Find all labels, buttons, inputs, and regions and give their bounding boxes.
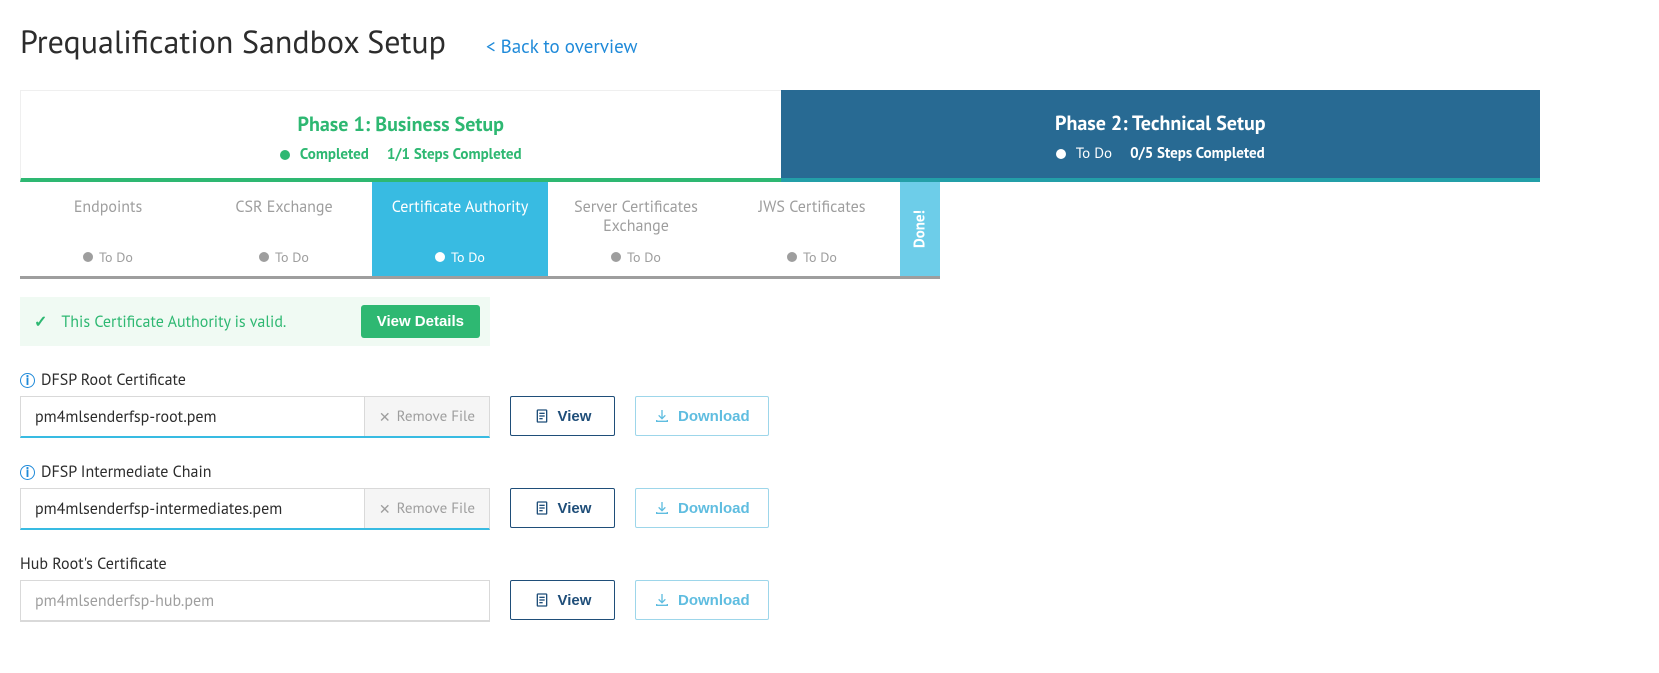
tab-endpoints[interactable]: Endpoints To Do bbox=[20, 182, 196, 276]
tab-certificate-authority[interactable]: Certificate Authority To Do bbox=[372, 182, 548, 276]
download-icon bbox=[654, 592, 670, 608]
tab-ca-label: Certificate Authority bbox=[380, 198, 540, 217]
tab-csr-exchange[interactable]: CSR Exchange To Do bbox=[196, 182, 372, 276]
dfsp-root-download-button[interactable]: Download bbox=[635, 396, 769, 436]
hub-root-label: Hub Root's Certificate bbox=[20, 554, 167, 574]
download-icon bbox=[654, 408, 670, 424]
dfsp-root-label: DFSP Root Certificate bbox=[41, 370, 186, 390]
dfsp-root-remove-button[interactable]: ✕ Remove File bbox=[364, 397, 489, 436]
phase-2-tab[interactable]: Phase 2: Technical Setup To Do 0/5 Steps… bbox=[781, 90, 1541, 182]
phase-1-tab[interactable]: Phase 1: Business Setup Completed 1/1 St… bbox=[20, 90, 781, 182]
phase-2-steps: 0/5 Steps Completed bbox=[1130, 144, 1265, 163]
dfsp-intermediate-label: DFSP Intermediate Chain bbox=[41, 462, 212, 482]
hub-root-view-button[interactable]: View bbox=[510, 580, 615, 620]
status-dot-icon bbox=[435, 252, 445, 262]
dfsp-root-view-button[interactable]: View bbox=[510, 396, 615, 436]
checkmark-icon: ✓ bbox=[34, 312, 47, 332]
phase-1-title: Phase 1: Business Setup bbox=[31, 111, 771, 137]
tab-server-certs-label: Server Certificates Exchange bbox=[556, 198, 716, 236]
dfsp-root-filename: pm4mlsenderfsp-root.pem bbox=[21, 397, 364, 436]
dfsp-intermediate-download-button[interactable]: Download bbox=[635, 488, 769, 528]
status-dot-icon bbox=[83, 252, 93, 262]
remove-label: Remove File bbox=[397, 407, 475, 426]
validity-text: This Certificate Authority is valid. bbox=[61, 312, 286, 332]
download-icon bbox=[654, 500, 670, 516]
dfsp-intermediate-remove-button[interactable]: ✕ Remove File bbox=[364, 489, 489, 528]
status-dot-icon bbox=[611, 252, 621, 262]
tab-endpoints-label: Endpoints bbox=[28, 198, 188, 217]
tab-csr-status: To Do bbox=[275, 248, 309, 266]
dfsp-root-file-box: pm4mlsenderfsp-root.pem ✕ Remove File bbox=[20, 396, 490, 438]
validity-banner: ✓ This Certificate Authority is valid. V… bbox=[20, 297, 490, 346]
dfsp-intermediate-view-button[interactable]: View bbox=[510, 488, 615, 528]
tab-jws-status: To Do bbox=[803, 248, 837, 266]
phase-2-status: To Do bbox=[1076, 144, 1112, 163]
tab-done[interactable]: Done! bbox=[900, 182, 940, 276]
tab-csr-label: CSR Exchange bbox=[204, 198, 364, 217]
download-label: Download bbox=[678, 500, 750, 517]
status-dot-icon bbox=[259, 252, 269, 262]
close-icon: ✕ bbox=[379, 500, 391, 518]
download-label: Download bbox=[678, 408, 750, 425]
dfsp-intermediate-file-box: pm4mlsenderfsp-intermediates.pem ✕ Remov… bbox=[20, 488, 490, 530]
tab-jws-label: JWS Certificates bbox=[732, 198, 892, 217]
phase-1-steps: 1/1 Steps Completed bbox=[387, 145, 522, 164]
info-icon[interactable]: i bbox=[20, 465, 35, 480]
completed-dot-icon bbox=[280, 150, 290, 160]
phase-2-title: Phase 2: Technical Setup bbox=[791, 110, 1531, 136]
document-icon bbox=[534, 500, 550, 516]
tab-jws-certs[interactable]: JWS Certificates To Do bbox=[724, 182, 900, 276]
view-label: View bbox=[558, 500, 592, 517]
back-to-overview-link[interactable]: < Back to overview bbox=[486, 35, 638, 59]
dfsp-intermediate-filename: pm4mlsenderfsp-intermediates.pem bbox=[21, 489, 364, 528]
tab-server-certs-status: To Do bbox=[627, 248, 661, 266]
download-label: Download bbox=[678, 592, 750, 609]
tab-server-certs[interactable]: Server Certificates Exchange To Do bbox=[548, 182, 724, 276]
page-title: Prequalification Sandbox Setup bbox=[20, 20, 446, 62]
hub-root-filename: pm4mlsenderfsp-hub.pem bbox=[21, 581, 489, 620]
tab-ca-status: To Do bbox=[451, 248, 485, 266]
view-label: View bbox=[558, 592, 592, 609]
hub-root-download-button[interactable]: Download bbox=[635, 580, 769, 620]
document-icon bbox=[534, 592, 550, 608]
status-dot-icon bbox=[787, 252, 797, 262]
remove-label: Remove File bbox=[397, 499, 475, 518]
close-icon: ✕ bbox=[379, 408, 391, 426]
view-details-button[interactable]: View Details bbox=[361, 305, 480, 338]
info-icon[interactable]: i bbox=[20, 373, 35, 388]
todo-dot-icon bbox=[1056, 149, 1066, 159]
document-icon bbox=[534, 408, 550, 424]
tab-endpoints-status: To Do bbox=[99, 248, 133, 266]
phase-1-status: Completed bbox=[300, 145, 369, 164]
view-label: View bbox=[558, 408, 592, 425]
hub-root-file-box: pm4mlsenderfsp-hub.pem bbox=[20, 580, 490, 622]
